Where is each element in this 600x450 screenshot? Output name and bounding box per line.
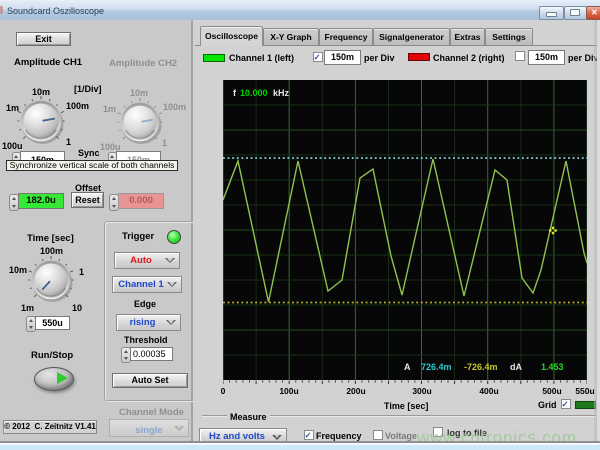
svg-text:10.000: 10.000 <box>240 88 268 98</box>
svg-text:-726.4m: -726.4m <box>464 362 498 372</box>
svg-text:726.4m: 726.4m <box>421 362 452 372</box>
svg-text:A: A <box>404 362 411 372</box>
svg-text:1.453: 1.453 <box>541 362 564 372</box>
svg-text:dA: dA <box>510 362 522 372</box>
svg-text:kHz: kHz <box>273 88 290 98</box>
